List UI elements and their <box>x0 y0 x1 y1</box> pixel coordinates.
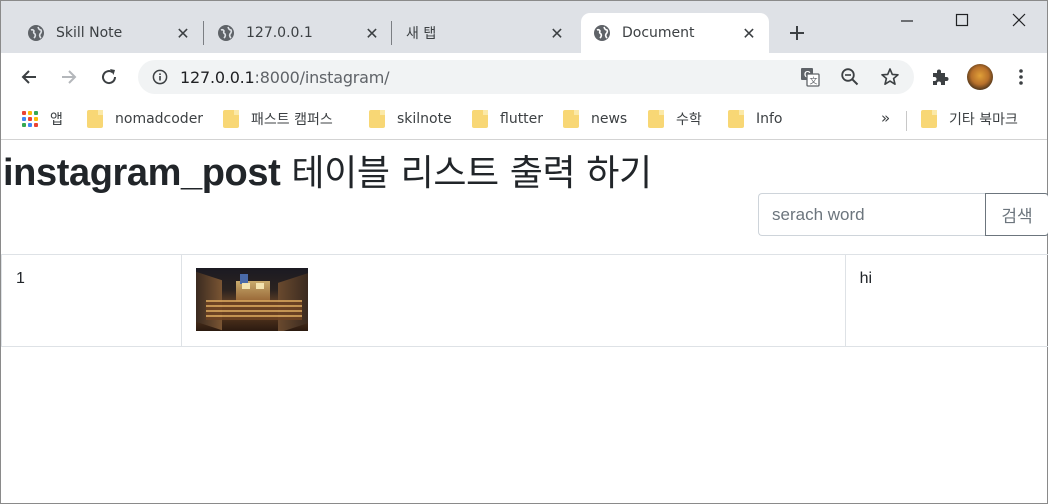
menu-button[interactable] <box>1009 65 1033 89</box>
tab-localhost[interactable]: 127.0.0.1 ✕ <box>205 13 392 53</box>
bookmark-label: nomadcoder <box>115 111 204 127</box>
bookmark-folder[interactable]: flutter <box>472 109 543 129</box>
reload-icon <box>102 69 117 85</box>
folder-icon <box>648 110 664 128</box>
browser-toolbar: 127.0.0.1:8000/instagram/ G 文 <box>1 53 1047 101</box>
folder-icon <box>728 110 744 128</box>
zoom-out-icon <box>841 68 859 86</box>
bookmark-label: 앱 <box>50 112 63 128</box>
new-tab-button[interactable] <box>785 21 809 45</box>
globe-icon <box>594 25 610 41</box>
bookmark-label: 패스트 캠퍼스 <box>251 112 333 128</box>
bookmark-star-button[interactable] <box>880 67 900 87</box>
arrow-right-icon <box>62 70 77 84</box>
tab-new-tab[interactable]: 새 탭 ✕ <box>394 13 577 53</box>
bookmark-label: news <box>591 111 628 127</box>
tab-title: Document <box>622 25 695 41</box>
url-path: :8000/instagram/ <box>254 68 390 87</box>
url-host: 127.0.0.1 <box>180 68 255 87</box>
folder-icon <box>87 110 103 128</box>
puzzle-icon <box>933 69 949 85</box>
tab-title: 새 탭 <box>406 26 437 42</box>
plus-icon <box>790 26 804 40</box>
folder-icon <box>921 110 937 128</box>
post-thumbnail-image <box>195 268 308 331</box>
bookmark-label: 기타 북마크 <box>949 112 1018 128</box>
post-image-cell <box>180 254 846 347</box>
page-content: instagram_post 테이블 리스트 출력 하기 검색 1 hi <box>1 141 1048 503</box>
post-text-cell: hi <box>844 254 1048 347</box>
bookmark-label: flutter <box>500 111 544 127</box>
apps-grid-icon <box>22 111 38 127</box>
bookmark-folder[interactable]: nomadcoder <box>87 109 203 129</box>
close-icon[interactable]: ✕ <box>741 24 757 43</box>
bookmarks-overflow-button[interactable]: » <box>881 109 890 127</box>
divider <box>906 111 907 131</box>
bookmark-apps[interactable]: 앱 <box>22 109 63 129</box>
bookmark-folder[interactable]: Info <box>728 109 783 129</box>
close-icon <box>1012 13 1026 27</box>
bookmark-folder[interactable]: news <box>563 109 627 129</box>
post-table: 1 hi <box>1 254 1048 347</box>
minimize-icon <box>901 20 913 22</box>
bookmark-folder[interactable]: 패스트 캠퍼스 <box>223 109 333 129</box>
maximize-button[interactable] <box>939 1 985 39</box>
address-bar[interactable]: 127.0.0.1:8000/instagram/ G 文 <box>138 60 914 94</box>
folder-icon <box>472 110 488 128</box>
minimize-button[interactable] <box>884 1 930 39</box>
close-icon[interactable]: ✕ <box>549 24 565 43</box>
forward-button[interactable] <box>55 63 83 91</box>
bookmarks-bar: 앱 nomadcoder 패스트 캠퍼스 skilnote flutter ne… <box>1 101 1047 140</box>
bookmark-label: skilnote <box>397 111 452 127</box>
bookmark-label: Info <box>756 111 783 127</box>
post-id-cell: 1 <box>1 254 182 347</box>
zoom-button[interactable] <box>840 67 860 87</box>
search-input[interactable] <box>758 193 986 236</box>
tab-document[interactable]: Document ✕ <box>581 13 769 53</box>
arrow-left-icon <box>21 70 36 84</box>
info-icon[interactable] <box>152 69 168 85</box>
folder-icon <box>563 110 579 128</box>
tab-title: 127.0.0.1 <box>246 25 313 41</box>
page-title: instagram_post 테이블 리스트 출력 하기 <box>3 144 652 196</box>
reload-button[interactable] <box>95 63 123 91</box>
extensions-button[interactable] <box>928 65 952 89</box>
back-button[interactable] <box>15 63 43 91</box>
page-title-rest: 테이블 리스트 출력 하기 <box>280 153 652 194</box>
folder-icon <box>223 110 239 128</box>
tab-separator <box>203 21 204 45</box>
page-title-bold: instagram_post <box>3 152 281 194</box>
bookmark-folder[interactable]: 수학 <box>648 109 702 129</box>
tab-skill-note[interactable]: Skill Note ✕ <box>15 13 203 53</box>
folder-icon <box>369 110 385 128</box>
globe-icon <box>218 25 234 41</box>
close-icon[interactable]: ✕ <box>364 24 380 43</box>
close-icon[interactable]: ✕ <box>175 24 191 43</box>
kebab-menu-icon <box>1019 69 1023 85</box>
bookmark-other[interactable]: 기타 북마크 <box>921 109 1018 129</box>
search-button[interactable]: 검색 <box>985 193 1048 236</box>
globe-icon <box>28 25 44 41</box>
maximize-icon <box>955 13 969 27</box>
url-text[interactable]: 127.0.0.1:8000/instagram/ <box>180 68 390 87</box>
profile-avatar[interactable] <box>967 64 993 90</box>
table-row: 1 hi <box>1 254 1048 347</box>
translate-icon: G 文 <box>801 68 820 87</box>
tab-strip: Skill Note ✕ 127.0.0.1 ✕ 새 탭 ✕ Document … <box>1 1 1047 53</box>
close-window-button[interactable] <box>996 1 1042 39</box>
star-icon <box>881 68 899 85</box>
translate-button[interactable]: G 文 <box>800 67 820 87</box>
bookmark-folder[interactable]: skilnote <box>369 109 452 129</box>
tab-title: Skill Note <box>56 25 123 41</box>
bookmark-label: 수학 <box>676 112 702 128</box>
svg-text:文: 文 <box>810 76 818 86</box>
tab-separator <box>391 21 392 45</box>
